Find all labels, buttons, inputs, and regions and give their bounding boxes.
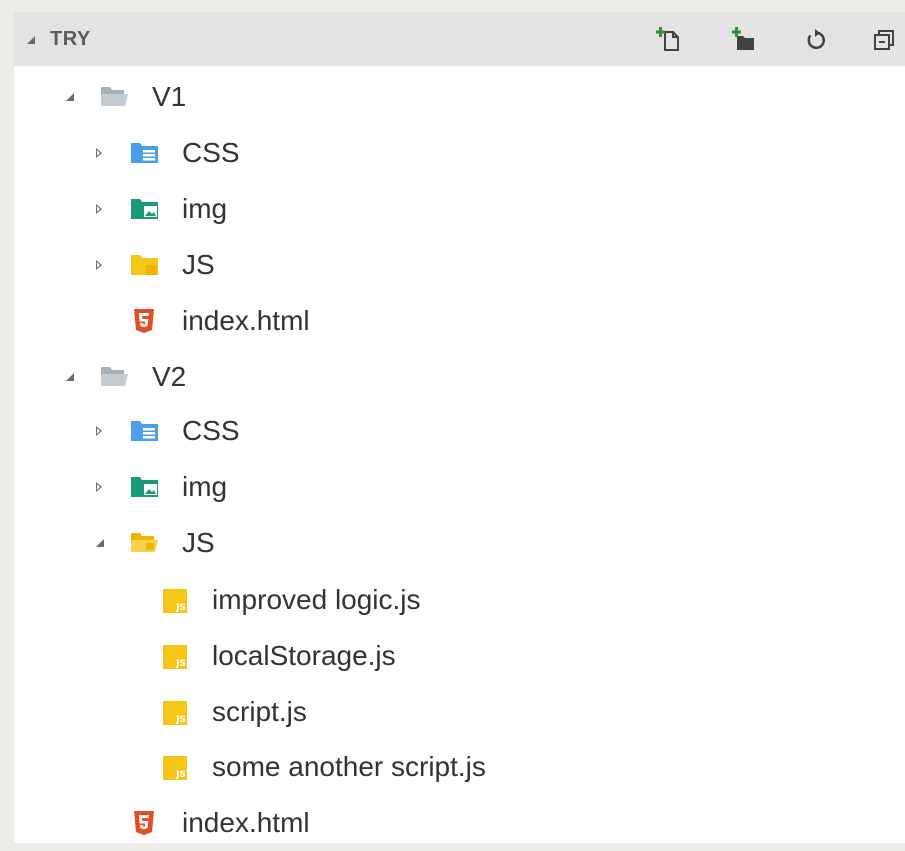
tree-item-label: improved logic.js (212, 584, 421, 615)
tree-item-label: CSS (182, 415, 240, 446)
svg-text:JS: JS (175, 715, 186, 725)
html5-icon (133, 810, 155, 836)
folder-open-icon (100, 364, 130, 388)
tree-item-file-js[interactable]: JS script.js (14, 684, 905, 740)
tree-item-folder-js[interactable]: JS (14, 515, 905, 571)
folder-image-icon (130, 475, 160, 499)
tree-item-file-html[interactable]: index.html (14, 293, 905, 349)
tree-item-label: img (182, 471, 228, 502)
folder-js-icon (130, 253, 160, 277)
tree-item-folder-css[interactable]: CSS (14, 125, 905, 181)
tree-item-file-js[interactable]: JS improved logic.js (14, 572, 905, 628)
explorer-section-header[interactable]: TRY (14, 12, 905, 66)
tree-item-label: script.js (212, 696, 307, 727)
tree-item-label: JS (182, 249, 215, 280)
folder-open-icon (100, 84, 130, 108)
tree-item-folder-js[interactable]: JS (14, 237, 905, 293)
tree-item-label: some another script.js (212, 751, 486, 782)
tree-item-label: CSS (182, 137, 240, 168)
tree-item-folder-css[interactable]: CSS (14, 403, 905, 459)
collapse-all-icon[interactable] (872, 26, 898, 52)
tree-item-folder-v1[interactable]: V1 (14, 69, 905, 125)
section-title: TRY (50, 28, 91, 50)
tree-item-folder-v2[interactable]: V2 (14, 349, 905, 405)
js-file-icon: JS (162, 644, 188, 670)
folder-css-icon (130, 419, 160, 443)
js-file-icon: JS (162, 700, 188, 726)
html5-icon (133, 308, 155, 334)
tree-item-label: JS (182, 527, 215, 558)
tree-item-label: localStorage.js (212, 640, 396, 671)
tree-item-label: img (182, 193, 228, 224)
tree-item-folder-img[interactable]: img (14, 459, 905, 515)
tree-item-file-js[interactable]: JS localStorage.js (14, 628, 905, 684)
js-file-icon: JS (162, 755, 188, 781)
js-file-icon: JS (162, 588, 188, 614)
tree-item-folder-img[interactable]: img (14, 181, 905, 237)
folder-js-open-icon (130, 530, 160, 554)
tree-item-label: index.html (182, 305, 310, 336)
folder-css-icon (130, 141, 160, 165)
svg-text:JS: JS (175, 659, 186, 669)
svg-text:JS: JS (175, 770, 186, 780)
file-explorer: TRY V1 CSS img JS index.html V2 CSS img … (14, 12, 905, 843)
tree-item-file-js[interactable]: JS some another script.js (14, 739, 905, 795)
new-folder-icon[interactable] (732, 26, 758, 52)
new-file-icon[interactable] (656, 26, 682, 52)
refresh-icon[interactable] (802, 26, 828, 52)
tree-item-label: V2 (152, 361, 187, 392)
folder-image-icon (130, 197, 160, 221)
tree-item-label: V1 (152, 81, 187, 112)
svg-text:JS: JS (175, 603, 186, 613)
